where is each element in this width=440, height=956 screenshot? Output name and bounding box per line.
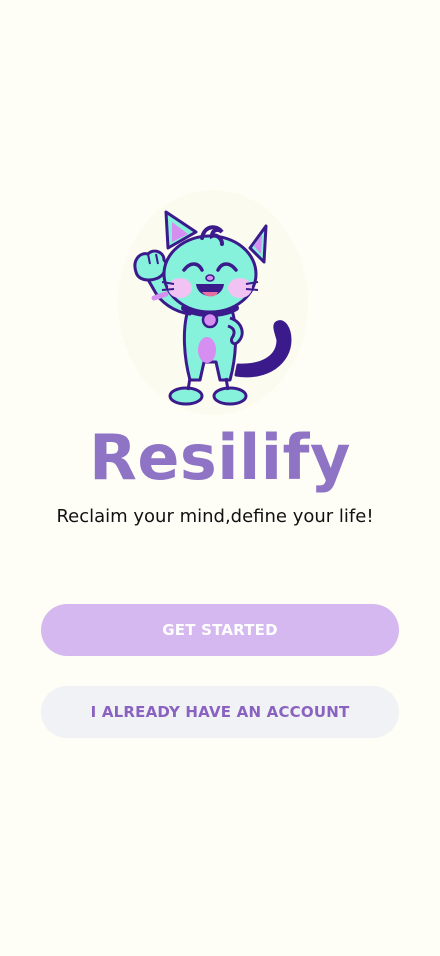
tagline: Reclaim your mind,define your life! bbox=[56, 506, 374, 527]
app-title: Resilify bbox=[89, 421, 351, 494]
welcome-screen: Resilify Reclaim your mind,define your l… bbox=[0, 0, 440, 956]
mascot-illustration bbox=[118, 190, 308, 415]
have-account-button[interactable]: I ALREADY HAVE AN ACCOUNT bbox=[41, 686, 399, 738]
waving-cat-icon bbox=[133, 210, 292, 406]
get-started-button[interactable]: GET STARTED bbox=[41, 604, 399, 656]
